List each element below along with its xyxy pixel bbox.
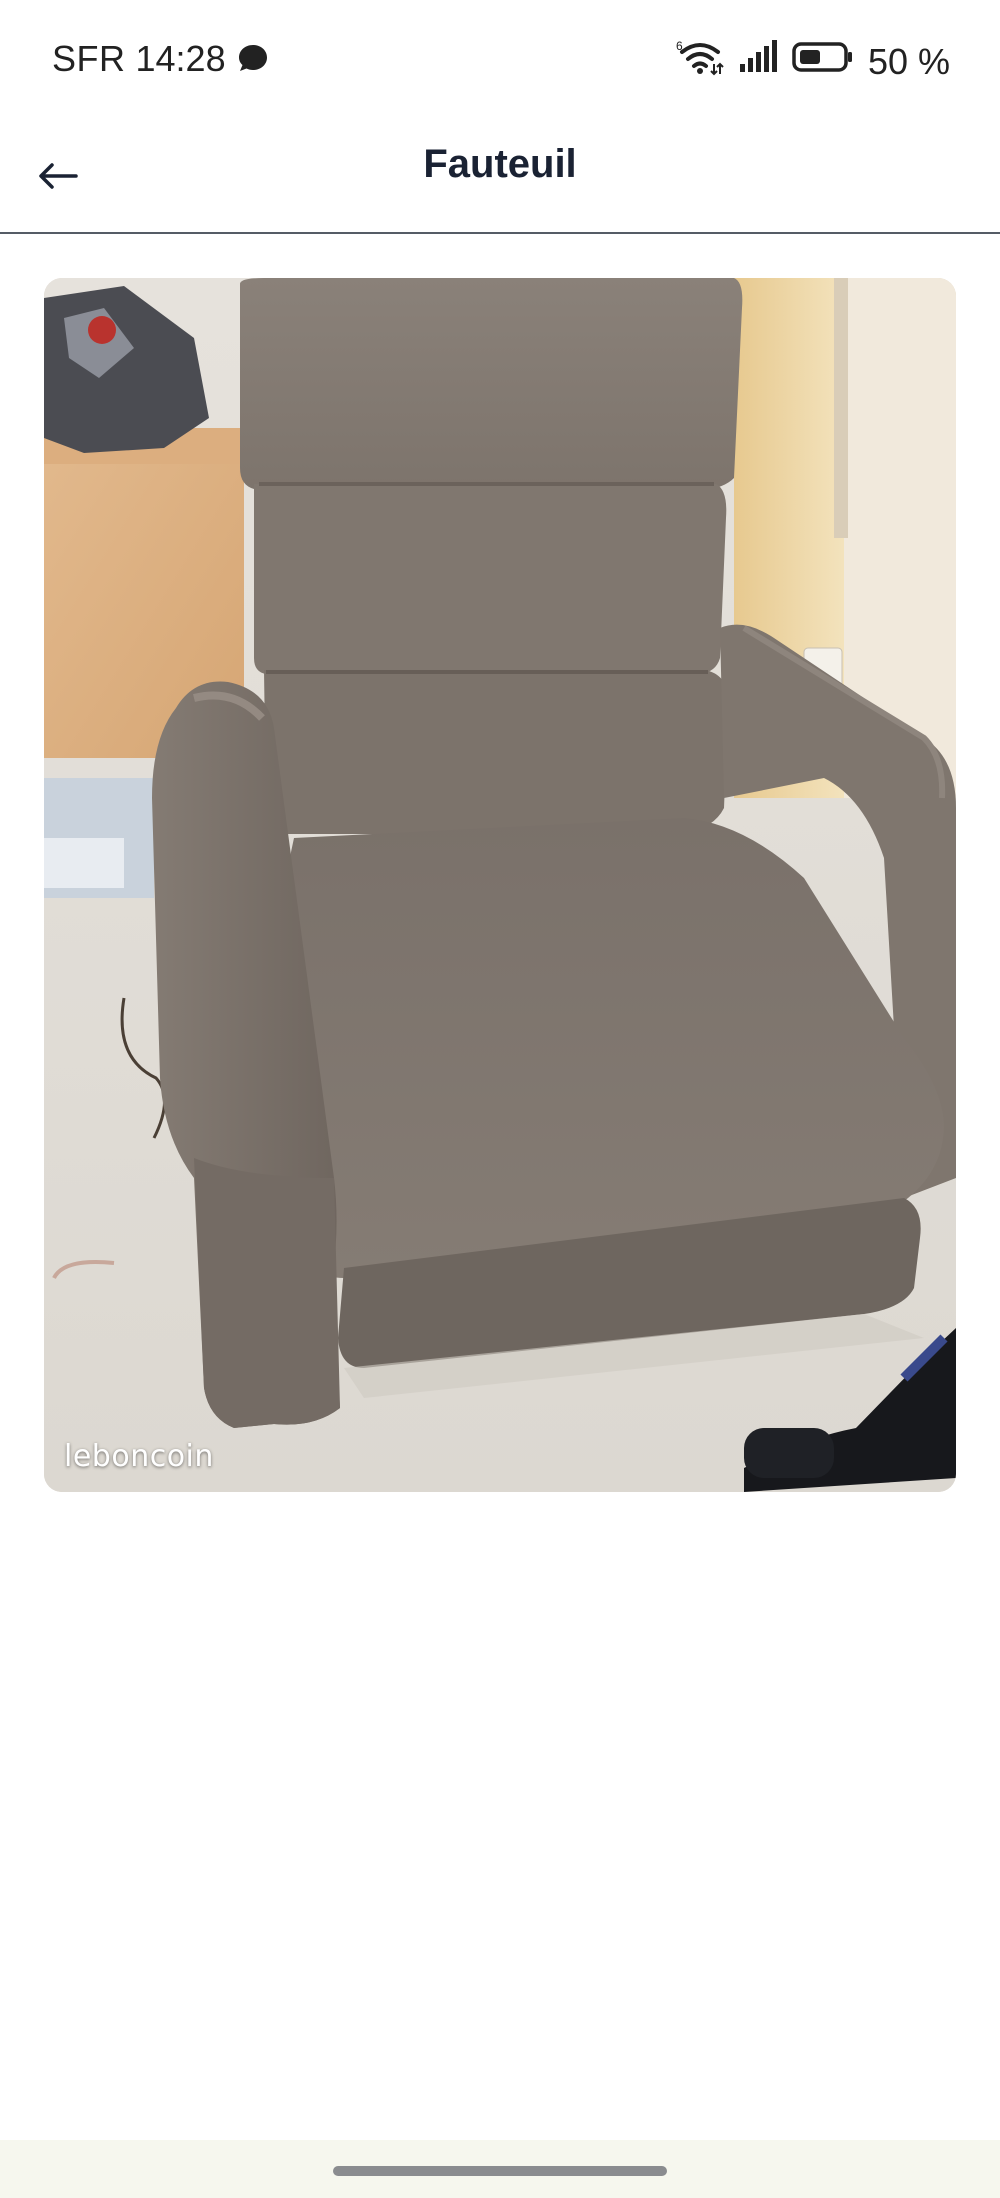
chat-bubble-icon	[236, 42, 270, 76]
navigation-bar	[0, 2140, 1000, 2198]
carrier-label: SFR	[52, 38, 126, 79]
armchair-image	[44, 278, 956, 1492]
signal-icon	[738, 40, 778, 83]
gesture-handle[interactable]	[333, 2166, 667, 2176]
watermark: leboncoin	[64, 1439, 214, 1474]
status-bar: SFR 14:28 6 50 %	[0, 0, 1000, 120]
status-right: 6 50 %	[676, 38, 950, 85]
battery-percent: 50 %	[867, 40, 950, 82]
listing-photo[interactable]: leboncoin	[44, 278, 956, 1492]
clock: 14:28	[135, 38, 226, 79]
page-title: Fauteuil	[423, 142, 577, 186]
wifi-icon: 6	[676, 38, 724, 85]
status-left: SFR 14:28	[52, 38, 270, 80]
app-bar: Fauteuil	[0, 120, 1000, 234]
battery-icon	[792, 40, 854, 83]
